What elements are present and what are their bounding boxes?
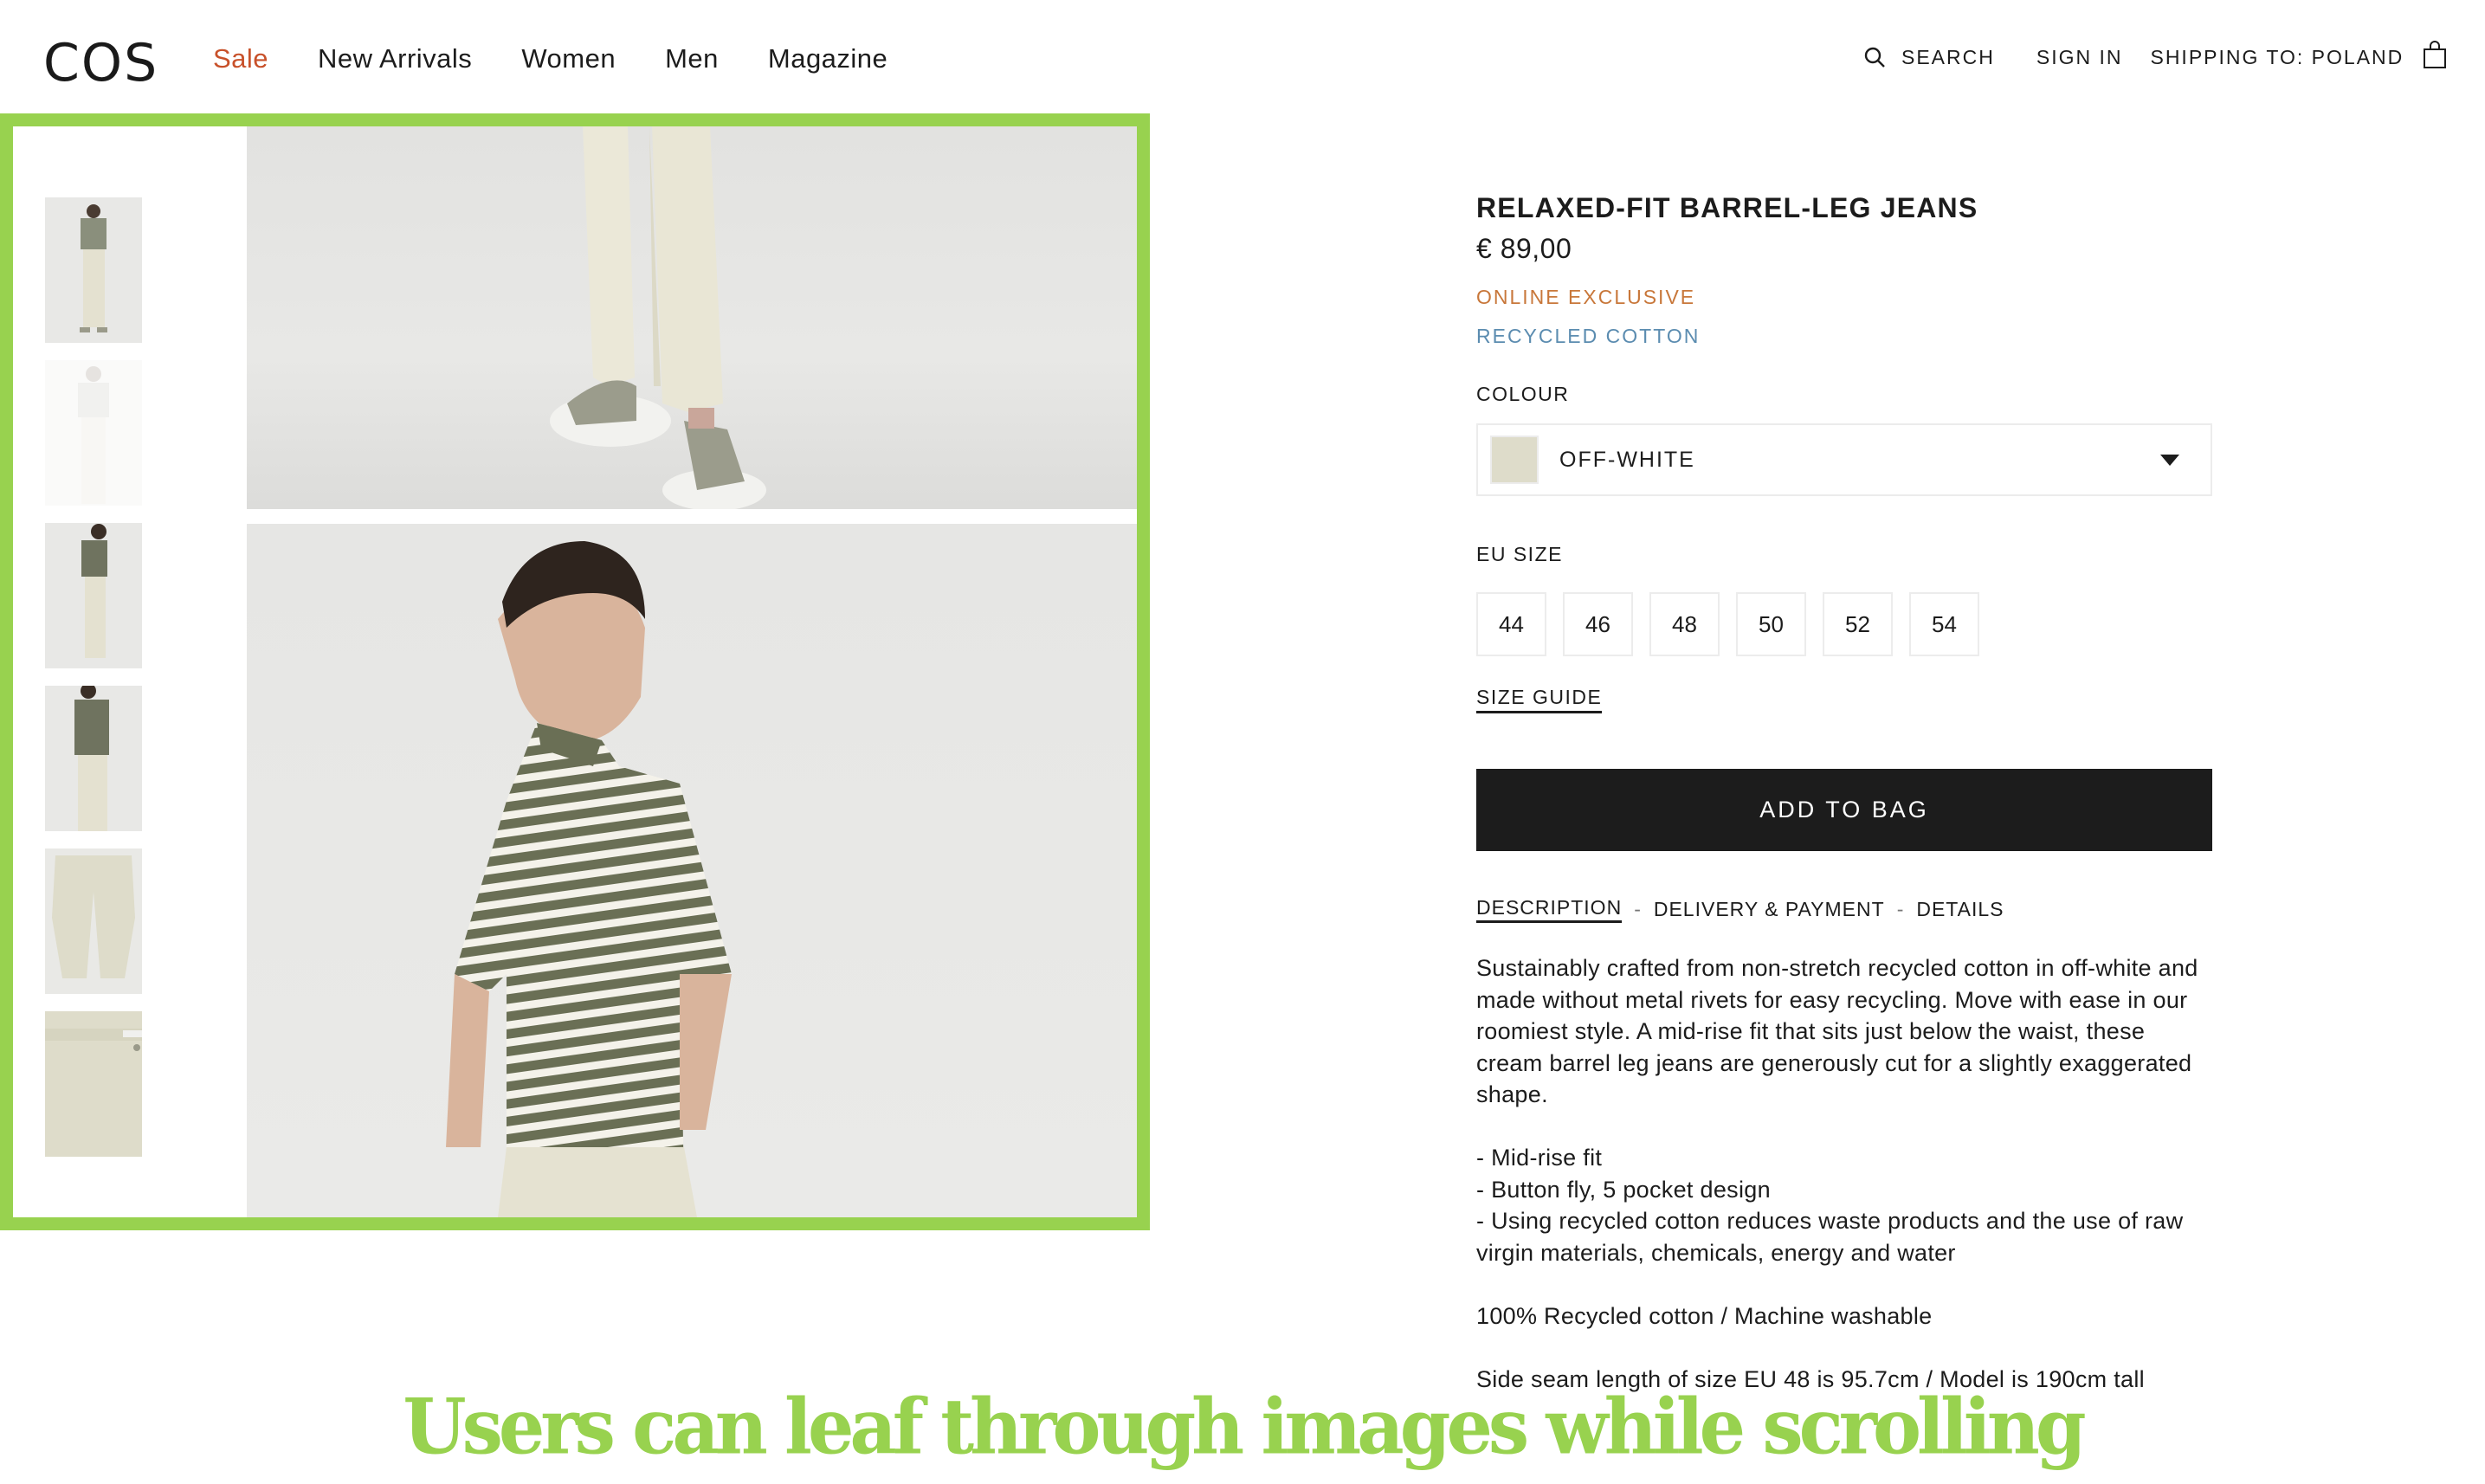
cos-logo[interactable]: COS: [43, 33, 158, 94]
tab-separator: -: [1634, 898, 1642, 920]
size-label: EU SIZE: [1476, 543, 1563, 565]
shopping-bag-icon: [2424, 41, 2447, 68]
add-to-bag-button[interactable]: ADD TO BAG: [1476, 769, 2212, 851]
size-options: 44 46 48 50 52 54: [1476, 592, 2212, 656]
sign-in-link[interactable]: SIGN IN: [2036, 46, 2123, 69]
product-title: RELAXED-FIT BARREL-LEG JEANS: [1476, 192, 1978, 223]
jeans-hem-sneakers-image: [550, 126, 766, 509]
search-icon: [1864, 47, 1885, 68]
recycled-cotton-badge[interactable]: RECYCLED COTTON: [1476, 325, 2212, 348]
model-front-image: [45, 197, 142, 343]
product-image-1[interactable]: [247, 126, 1137, 509]
model-angled-image: [45, 360, 142, 506]
product-info-panel: RELAXED-FIT BARREL-LEG JEANS € 89,00 ONL…: [1476, 192, 2212, 1427]
tab-details[interactable]: DETAILS: [1916, 898, 2004, 921]
tab-separator: -: [1896, 898, 1905, 920]
main-nav: Sale New Arrivals Women Men Magazine: [213, 43, 937, 74]
nav-item-women[interactable]: Women: [521, 43, 616, 74]
jeans-flatlay-image: [45, 848, 142, 994]
tab-delivery-payment[interactable]: DELIVERY & PAYMENT: [1654, 898, 1885, 921]
info-tabs: DESCRIPTION - DELIVERY & PAYMENT - DETAI…: [1476, 896, 2212, 923]
product-description: Sustainably crafted from non-stretch rec…: [1476, 952, 2212, 1395]
model-striped-tee-image: [446, 541, 732, 1217]
model-back-image: [45, 686, 142, 831]
description-intro: Sustainably crafted from non-stretch rec…: [1476, 955, 2198, 1107]
product-price: € 89,00: [1476, 233, 1572, 264]
caret-down-icon: [2160, 455, 2179, 466]
shipping-country-selector[interactable]: SHIPPING TO: POLAND: [2150, 46, 2404, 69]
colour-label: COLOUR: [1476, 383, 1570, 405]
thumbnail-3[interactable]: [45, 523, 142, 668]
size-option-46[interactable]: 46: [1563, 592, 1633, 656]
tab-description[interactable]: DESCRIPTION: [1476, 896, 1623, 923]
search-button[interactable]: SEARCH: [1863, 46, 1995, 69]
thumbnail-6[interactable]: [45, 1011, 142, 1157]
size-option-54[interactable]: 54: [1909, 592, 1979, 656]
nav-item-new-arrivals[interactable]: New Arrivals: [318, 43, 472, 74]
description-bullet: - Mid-rise fit: [1476, 1145, 1603, 1171]
size-option-52[interactable]: 52: [1823, 592, 1893, 656]
colour-selected-value: OFF-WHITE: [1559, 447, 1695, 472]
description-bullet: - Using recycled cotton reduces waste pr…: [1476, 1208, 2184, 1266]
colour-dropdown[interactable]: OFF-WHITE: [1476, 423, 2212, 496]
thumbnail-2[interactable]: [45, 360, 142, 506]
nav-item-magazine[interactable]: Magazine: [768, 43, 888, 74]
nav-item-men[interactable]: Men: [665, 43, 719, 74]
jeans-detail-image: [45, 1011, 142, 1157]
size-option-48[interactable]: 48: [1649, 592, 1720, 656]
model-side-image: [45, 523, 142, 668]
size-option-44[interactable]: 44: [1476, 592, 1546, 656]
thumbnail-4[interactable]: [45, 686, 142, 831]
annotation-caption: Users can leaf through images while scro…: [403, 1381, 2086, 1472]
nav-item-sale[interactable]: Sale: [213, 43, 268, 74]
shopping-bag-button[interactable]: [2423, 41, 2447, 69]
thumbnail-5[interactable]: [45, 848, 142, 994]
gallery-highlight-frame: [0, 113, 1150, 1230]
size-guide-link[interactable]: SIZE GUIDE: [1476, 686, 1603, 713]
thumbnail-list: [45, 197, 142, 1174]
description-composition: 100% Recycled cotton / Machine washable: [1476, 1302, 1933, 1329]
search-label: SEARCH: [1901, 45, 1995, 68]
thumbnail-1[interactable]: [45, 197, 142, 343]
size-option-50[interactable]: 50: [1736, 592, 1806, 656]
product-image-2[interactable]: [247, 524, 1137, 1217]
online-exclusive-badge: ONLINE EXCLUSIVE: [1476, 286, 1696, 308]
description-bullet: - Button fly, 5 pocket design: [1476, 1176, 1771, 1203]
utility-nav: SEARCH SIGN IN SHIPPING TO: POLAND: [1863, 41, 2447, 69]
colour-swatch: [1490, 436, 1539, 484]
